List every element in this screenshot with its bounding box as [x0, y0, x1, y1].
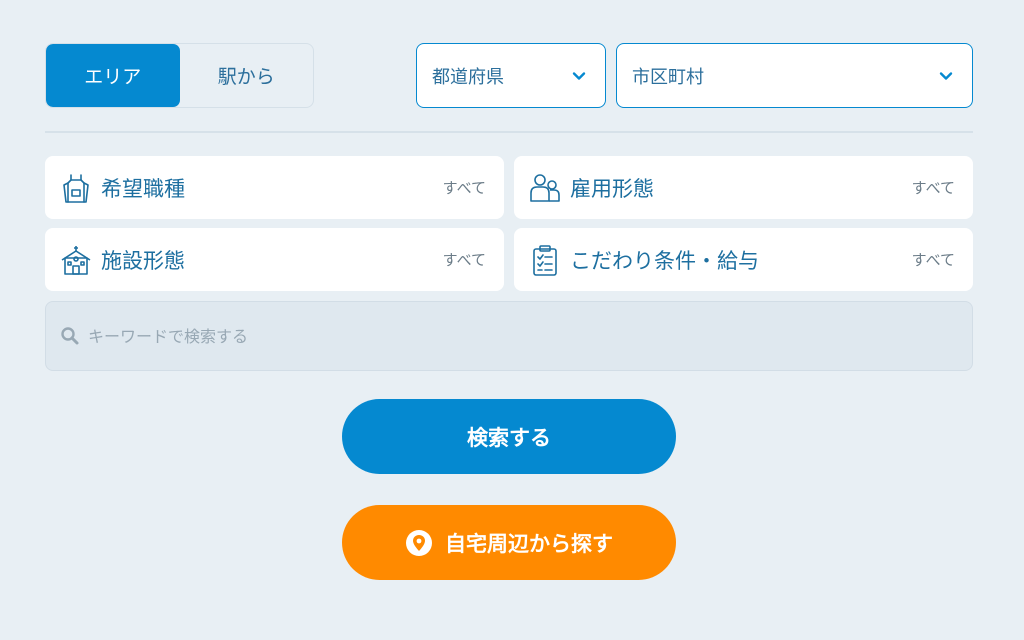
- clipboard-checklist-icon: [533, 244, 557, 276]
- prefecture-select-label: 都道府県: [432, 66, 504, 88]
- facility-icon: [61, 245, 91, 275]
- filter-employment-type-value: すべて: [911, 179, 955, 197]
- tab-station[interactable]: 駅から: [180, 44, 314, 107]
- map-pin-icon: [406, 529, 432, 556]
- filter-conditions-salary[interactable]: こだわり条件・給与 すべて: [514, 228, 973, 291]
- search-icon: [61, 327, 79, 345]
- filter-employment-type-label: 雇用形態: [570, 176, 654, 201]
- search-button-label: 検索する: [467, 425, 551, 450]
- keyword-search-field[interactable]: [45, 301, 973, 371]
- search-mode-tabs: エリア 駅から: [45, 43, 314, 108]
- filter-facility-type[interactable]: 施設形態 すべて: [45, 228, 504, 291]
- filter-job-type-value: すべて: [442, 179, 486, 197]
- filter-job-type-label: 希望職種: [101, 176, 185, 201]
- tab-area[interactable]: エリア: [46, 44, 180, 107]
- search-button[interactable]: 検索する: [342, 399, 676, 474]
- city-select-label: 市区町村: [632, 66, 704, 88]
- filter-conditions-salary-value: すべて: [911, 251, 955, 269]
- search-near-home-button[interactable]: 自宅周辺から探す: [342, 505, 676, 580]
- filter-job-type[interactable]: 希望職種 すべて: [45, 156, 504, 219]
- filter-conditions-salary-label: こだわり条件・給与: [570, 248, 759, 273]
- keyword-search-input[interactable]: [86, 325, 958, 347]
- apron-icon: [63, 173, 89, 203]
- filter-facility-type-value: すべて: [442, 251, 486, 269]
- filter-facility-type-label: 施設形態: [101, 248, 185, 273]
- filter-employment-type[interactable]: 雇用形態 すべて: [514, 156, 973, 219]
- search-near-home-label: 自宅周辺から探す: [445, 531, 613, 556]
- city-select[interactable]: 市区町村: [616, 43, 973, 108]
- people-icon: [530, 173, 560, 202]
- chevron-down-icon: [572, 71, 586, 80]
- chevron-down-icon: [939, 71, 953, 80]
- prefecture-select[interactable]: 都道府県: [416, 43, 606, 108]
- divider: [45, 131, 973, 133]
